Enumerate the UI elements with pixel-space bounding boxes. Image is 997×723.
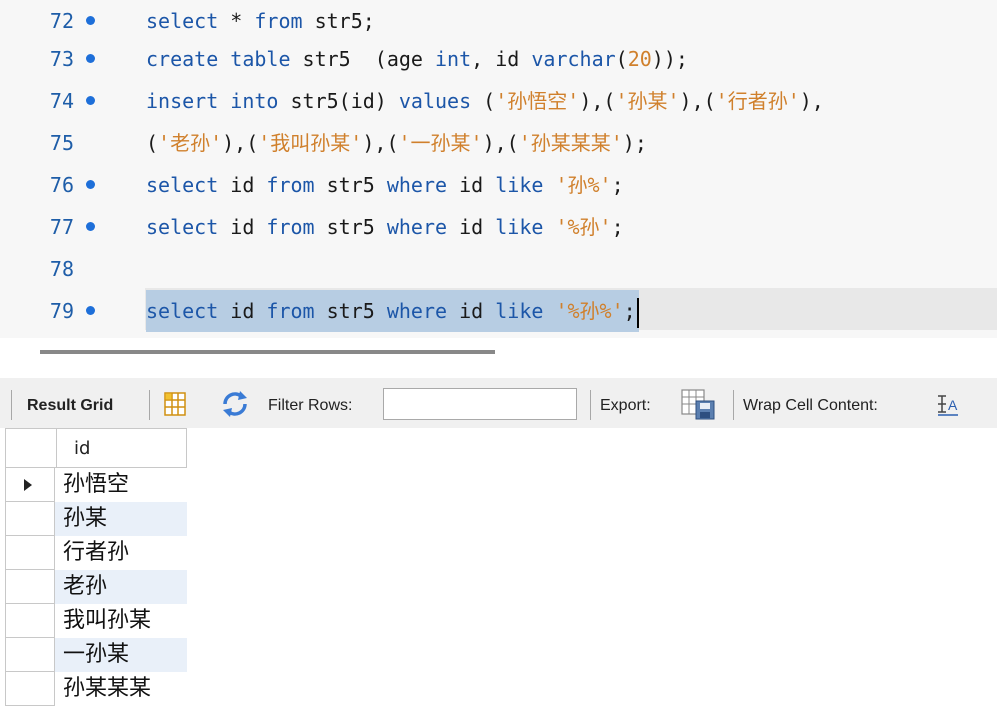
row-header[interactable] [5, 570, 55, 604]
table-cell[interactable]: 一孙某 [55, 638, 187, 672]
horizontal-scrollbar-thumb[interactable] [40, 350, 495, 354]
line-number: 74 [49, 89, 74, 113]
editor-line-76[interactable]: 76 select id from str5 where id like '孙%… [0, 164, 997, 206]
table-row[interactable]: 我叫孙某 [5, 604, 187, 638]
code-text: select * from str5; [146, 9, 375, 33]
table-row[interactable]: 一孙某 [5, 638, 187, 672]
table-row[interactable]: 孙某某某 [5, 672, 187, 706]
editor-line-73[interactable]: 73 create table str5 (age int, id varcha… [0, 38, 997, 80]
editor-line-72[interactable]: 72 select * from str5; [0, 0, 997, 42]
result-toolbar: Result Grid Filter Rows: Export: Wrap Ce… [0, 378, 997, 428]
code-text: insert into str5(id) values ('孙悟空'),('孙某… [146, 89, 824, 113]
code-text: select id from str5 where id like '孙%'; [146, 173, 624, 197]
line-number: 76 [49, 173, 74, 197]
table-row[interactable]: 孙悟空 [5, 468, 187, 502]
row-header[interactable] [5, 468, 55, 502]
table-cell[interactable]: 孙悟空 [55, 468, 187, 502]
row-header[interactable] [5, 604, 55, 638]
export-label: Export: [600, 397, 651, 414]
row-header[interactable] [5, 672, 55, 706]
row-header-corner [6, 429, 57, 467]
wrap-text-icon[interactable]: A [936, 394, 960, 416]
text-caret [636, 297, 639, 328]
code-text: create table str5 (age int, id varchar(2… [146, 47, 688, 71]
line-number: 77 [49, 215, 74, 239]
editor-line-75[interactable]: 75 ('老孙'),('我叫孙某'),('一孙某'),('孙某某某'); [0, 122, 997, 164]
column-header-id[interactable]: id [74, 429, 90, 469]
code-text: select id from str5 where id like '%孙'; [146, 215, 624, 239]
result-grid[interactable]: id 孙悟空 孙某 行者孙 老孙 我叫孙某 一孙某 孙某某某 [5, 428, 187, 718]
table-cell[interactable]: 老孙 [55, 570, 187, 604]
export-icon[interactable] [680, 388, 716, 420]
line-number: 78 [49, 257, 74, 281]
filter-rows-label: Filter Rows: [268, 397, 353, 414]
editor-line-79[interactable]: 79 select id from str5 where id like '%孙… [0, 290, 997, 332]
current-row-pointer-icon [24, 479, 32, 491]
statement-marker-icon [86, 16, 95, 25]
table-row[interactable]: 行者孙 [5, 536, 187, 570]
grid-header-row: id [5, 428, 187, 468]
selected-code-text: select id from str5 where id like '%孙%'; [146, 290, 639, 332]
line-number: 73 [49, 47, 74, 71]
editor-results-divider[interactable] [0, 338, 997, 378]
grid-view-icon[interactable] [162, 391, 188, 417]
row-header[interactable] [5, 502, 55, 536]
table-row[interactable]: 孙某 [5, 502, 187, 536]
row-header[interactable] [5, 536, 55, 570]
line-number: 72 [49, 9, 74, 33]
statement-marker-icon [86, 54, 95, 63]
statement-marker-icon [86, 180, 95, 189]
sql-editor[interactable]: 72 select * from str5; 73 create table s… [0, 0, 997, 338]
line-number: 75 [49, 131, 74, 155]
line-number: 79 [49, 299, 74, 323]
toolbar-separator [733, 390, 734, 420]
code-text: ('老孙'),('我叫孙某'),('一孙某'),('孙某某某'); [146, 131, 647, 155]
row-header[interactable] [5, 638, 55, 672]
wrap-cell-label: Wrap Cell Content: [743, 397, 878, 414]
statement-marker-icon [86, 96, 95, 105]
editor-line-74[interactable]: 74 insert into str5(id) values ('孙悟空'),(… [0, 80, 997, 122]
table-cell[interactable]: 行者孙 [55, 536, 187, 570]
statement-marker-icon [86, 222, 95, 231]
table-cell[interactable]: 我叫孙某 [55, 604, 187, 638]
toolbar-separator [11, 390, 12, 420]
table-cell[interactable]: 孙某 [55, 502, 187, 536]
editor-line-77[interactable]: 77 select id from str5 where id like '%孙… [0, 206, 997, 248]
filter-rows-input[interactable] [383, 388, 577, 420]
toolbar-separator [149, 390, 150, 420]
refresh-icon[interactable] [219, 390, 251, 418]
statement-marker-icon [86, 306, 95, 315]
table-row[interactable]: 老孙 [5, 570, 187, 604]
editor-line-78[interactable]: 78 [0, 248, 997, 290]
toolbar-separator [590, 390, 591, 420]
svg-text:A: A [948, 397, 958, 413]
table-cell[interactable]: 孙某某某 [55, 672, 187, 706]
result-grid-tab[interactable]: Result Grid [27, 378, 113, 428]
